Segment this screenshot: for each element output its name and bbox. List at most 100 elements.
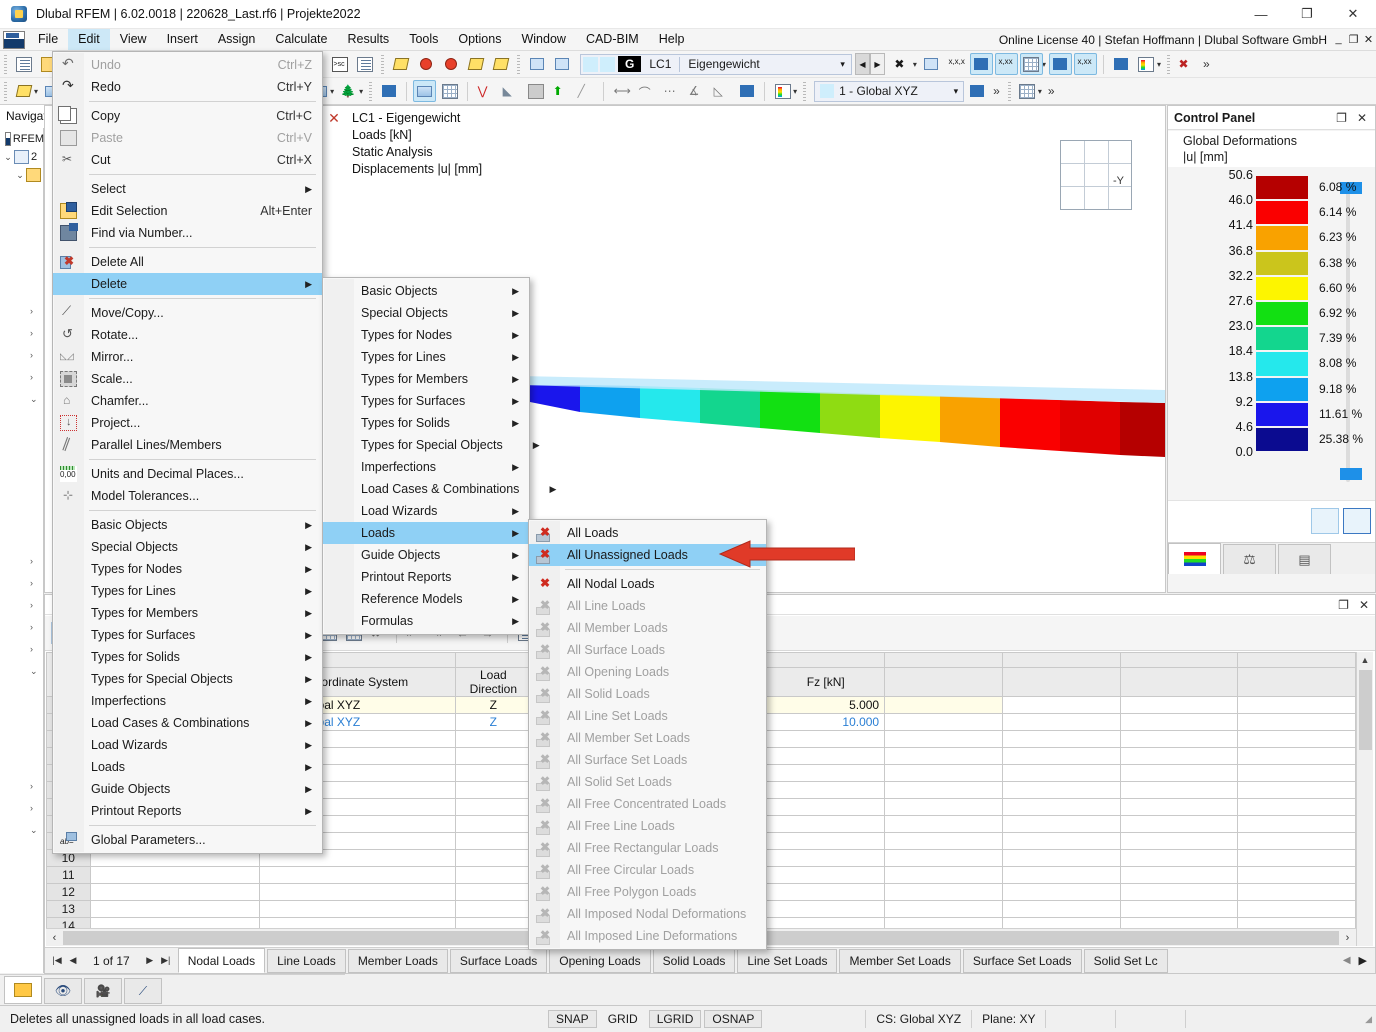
menu-insert[interactable]: Insert [157,29,208,50]
maximize-button[interactable]: ❐ [1284,0,1330,29]
menu-item-reference-models[interactable]: Reference Models ▶ [323,588,529,610]
select-window-button[interactable] [464,53,487,75]
legend-color-band[interactable] [1256,176,1308,200]
scroll-right-arrow-icon[interactable]: › [1339,932,1356,944]
menu-item-guide-objects[interactable]: Guide Objects ▶ [323,544,529,566]
menu-item-imperfections[interactable]: Imperfections ▶ [323,456,529,478]
select-all-button[interactable] [489,53,512,75]
table-cell-fz[interactable] [766,798,886,816]
legend-color-band[interactable] [1256,251,1308,275]
view-tab-clipping[interactable]: ⟋ [124,978,162,1004]
menu-item-types-for-surfaces[interactable]: Types for Surfaces ▶ [323,390,529,412]
select-objects-button[interactable] [414,53,437,75]
menu-item-find-via-number[interactable]: Find via Number... [53,222,322,244]
menu-item-project[interactable]: Project... [53,412,322,434]
load-case-selector[interactable]: G LC1 Eigengewicht ▾ [580,53,852,75]
table-cell-load-direction[interactable] [454,866,532,884]
menu-item-types-for-surfaces[interactable]: Types for Surfaces ▶ [53,624,322,646]
expander-icon[interactable]: › [30,550,44,572]
menu-edit[interactable]: Edit [68,29,110,50]
menu-item-load-wizards[interactable]: Load Wizards ▶ [323,500,529,522]
control-panel-tab-color-legend[interactable] [1168,543,1221,574]
table-cell-fz[interactable] [766,764,886,782]
table-cell-extra[interactable] [1237,849,1356,867]
control-panel-restore-icon[interactable]: ❐ [1336,111,1347,125]
table-cell-extra[interactable] [1237,883,1356,901]
table-cell-coordinate-system[interactable] [258,900,456,918]
toolbar-overflow-button-2[interactable]: » [989,84,1004,98]
coordinate-system-selector[interactable]: 1 - Global XYZ ▾ [814,80,965,102]
menu-calculate[interactable]: Calculate [265,29,337,50]
show-values-button[interactable]: x,xx [994,53,1018,75]
table-cell-extra[interactable] [1001,764,1121,782]
menu-item-parallel-lines-members[interactable]: Parallel Lines/Members [53,434,322,456]
menu-item-load-cases-combinations[interactable]: Load Cases & Combinations ▶ [323,478,556,500]
table-cell-fz[interactable] [766,900,886,918]
table-cell-load-direction[interactable] [454,747,532,765]
toolbar-grip[interactable] [4,54,7,74]
nav-item-rfem[interactable]: RFEM [0,130,44,148]
expander-icon[interactable]: ⌄ [2,152,14,163]
legend-color-band[interactable] [1256,352,1308,376]
load-values-button[interactable]: x,x,x [945,53,968,75]
table-tab-member-set-loads[interactable]: Member Set Loads [839,949,961,973]
menu-item-special-objects[interactable]: Special Objects ▶ [323,302,529,324]
toolbar-grip[interactable] [803,81,807,101]
control-panel-close-icon[interactable]: ✕ [1357,111,1367,125]
chevron-down-icon[interactable]: ▾ [954,86,964,97]
menu-item-mirror[interactable]: Mirror... [53,346,322,368]
expander-icon[interactable]: › [30,594,44,616]
next-record-button[interactable]: ▶ [142,955,158,966]
photo-button[interactable] [524,80,547,102]
menu-item-edit-selection[interactable]: Edit Selection Alt+Enter [53,200,322,222]
table-scroll-thumb[interactable] [1359,670,1372,750]
dimension-arc-button[interactable]: ⌒ [635,80,658,102]
control-panel-tab-display[interactable]: ▤ [1278,544,1331,574]
menu-item-all-free-line-loads[interactable]: All Free Line Loads [529,815,766,837]
table-cell-load-direction[interactable] [454,764,532,782]
dimension-linear-button[interactable]: ⟷ [610,80,633,102]
table-cell-fz[interactable] [766,866,886,884]
load-case-next-button[interactable]: ▶ [869,53,885,75]
expander-icon[interactable]: › [30,797,44,819]
menu-item-chamfer[interactable]: Chamfer... [53,390,322,412]
table-cell-fz[interactable]: 10.000 [766,713,886,731]
table-cell-load-direction[interactable] [454,781,532,799]
table-cell-fz[interactable] [766,815,886,833]
table-cell-extra[interactable] [1119,696,1239,714]
table-tab-member-loads[interactable]: Member Loads [347,949,448,973]
table-cell-load-direction[interactable] [454,798,532,816]
new-model-button[interactable] [12,53,35,75]
table-cell-extra[interactable] [1237,815,1356,833]
table-tab-opening-loads[interactable]: Opening Loads [549,949,651,973]
menu-item-loads[interactable]: Loads ▶ [323,522,529,544]
table-cell-coordinate-system[interactable] [258,866,456,884]
mdi-restore-button[interactable]: ❐ [1346,33,1361,46]
table-cell-assigned-to[interactable] [89,900,260,918]
nav-item-folder[interactable]: ⌄ [0,166,44,184]
menu-item-basic-objects[interactable]: Basic Objects ▶ [323,280,529,302]
menu-item-select[interactable]: Select ▶ [53,178,322,200]
menu-item-printout-reports[interactable]: Printout Reports ▶ [53,800,322,822]
osnap-toggle[interactable]: OSNAP [704,1010,763,1028]
table-window-restore-icon[interactable]: ❐ [1338,598,1349,612]
table-cell-extra[interactable] [1119,849,1239,867]
first-record-button[interactable]: |◀ [49,955,65,966]
result-settings-button[interactable] [1110,53,1133,75]
menu-item-all-member-loads[interactable]: All Member Loads [529,617,766,639]
resize-grip-icon[interactable]: ◢ [1365,1014,1376,1025]
table-cell-fz[interactable] [766,832,886,850]
new-line-button[interactable] [12,80,35,102]
menu-assign[interactable]: Assign [208,29,266,50]
menu-item-units-and-decimal-places[interactable]: Units and Decimal Places... [53,463,322,485]
last-record-button[interactable]: ▶| [158,955,174,966]
table-window-close-icon[interactable]: ✕ [1359,598,1369,612]
menu-item-load-wizards[interactable]: Load Wizards ▶ [53,734,322,756]
table-cell-extra[interactable] [1001,730,1121,748]
table-cell-extra[interactable] [1119,747,1239,765]
menu-help[interactable]: Help [649,29,695,50]
table-cell-extra[interactable] [1001,866,1121,884]
table-cell-extra[interactable] [1237,866,1356,884]
annotation-button[interactable] [735,80,758,102]
menu-item-cut[interactable]: Cut Ctrl+X [53,149,322,171]
